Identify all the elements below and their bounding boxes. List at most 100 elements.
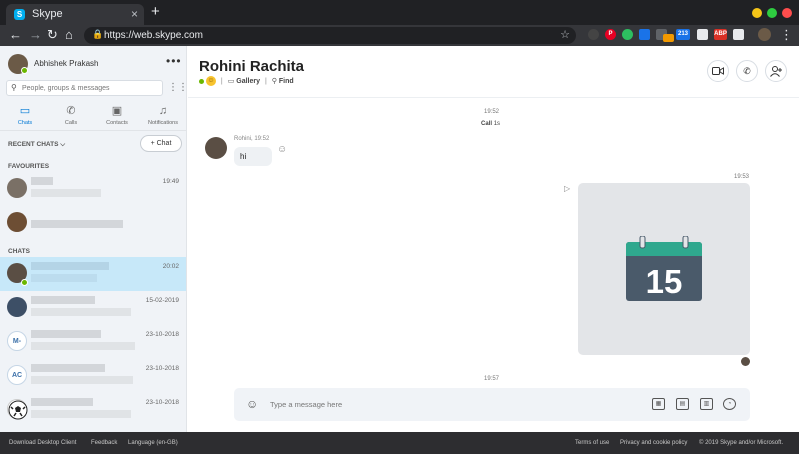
blurred-preview [31, 342, 135, 350]
sender-avatar[interactable] [205, 137, 227, 159]
new-chat-button[interactable]: + Chat [140, 135, 182, 152]
back-button[interactable]: ← [9, 28, 22, 42]
adblock-extension-icon[interactable]: ABP [714, 29, 727, 40]
evernote-extension-icon[interactable] [622, 29, 633, 40]
extension-badge-icon[interactable] [663, 34, 674, 42]
favourite-chat-row[interactable] [0, 206, 186, 240]
browser-menu-icon[interactable]: ⋮ [780, 28, 793, 42]
chat-row[interactable]: AC 23-10-2018 [0, 359, 186, 393]
message-timestamp: 19:53 [734, 174, 750, 180]
call-duration: 1s [493, 121, 501, 127]
message-bubble[interactable]: hi [234, 147, 272, 166]
add-people-button[interactable] [765, 60, 787, 82]
lock-icon: 🔒 [92, 29, 104, 39]
browser-profile-avatar[interactable] [758, 28, 771, 41]
extension-icon[interactable] [588, 29, 599, 40]
send-contact-card-icon[interactable]: ▤ [676, 398, 689, 410]
gallery-link[interactable]: Gallery [236, 78, 260, 85]
extension-icon[interactable] [697, 29, 708, 40]
tab-chats[interactable]: ▭ Chats [2, 104, 48, 130]
video-icon [712, 67, 724, 75]
tab-notifications[interactable]: ♫ Notifications [140, 104, 186, 130]
blurred-preview [31, 274, 97, 282]
contacts-icon: ▣ [111, 105, 123, 117]
avatar [7, 297, 27, 317]
conversation-pane: Rohini Rachita ☺ | ▭ Gallery | ⚲ Find ✆ [188, 46, 799, 432]
favourites-heading: FAVOURITES [8, 163, 50, 170]
search-placeholder: People, groups & messages [22, 85, 110, 92]
dialpad-icon[interactable]: ⋮⋮⋮ [168, 82, 186, 93]
new-tab-button[interactable]: + [151, 4, 160, 19]
tab-calls[interactable]: ✆ Calls [48, 104, 94, 130]
sidebar: Abhishek Prakash ••• ⚲ People, groups & … [0, 46, 187, 432]
extension-icon[interactable] [733, 29, 744, 40]
image-message[interactable]: 15 [578, 183, 750, 355]
send-file-icon[interactable]: ▥ [700, 398, 713, 410]
separator: | [264, 77, 267, 85]
avatar: M- [7, 331, 27, 351]
skype-web-window: S Skype × + ← → ↻ ⌂ 🔒 https://web.skype.… [0, 0, 799, 454]
forward-button[interactable]: → [29, 28, 42, 42]
message-composer[interactable]: ☺ Type a message here ▦ ▤ ▥ ◔ [234, 388, 750, 421]
message-meta: Rohini, 19:52 [234, 136, 270, 142]
window-maximize-button[interactable] [767, 8, 777, 18]
skype-favicon-icon: S [14, 9, 25, 20]
avatar [7, 212, 27, 232]
tab-contacts-label: Contacts [106, 120, 128, 126]
tab-contacts[interactable]: ▣ Contacts [94, 104, 140, 130]
soccer-ball-icon [8, 400, 28, 420]
blurred-name [31, 177, 53, 185]
favourite-chat-row[interactable]: 19:49 [0, 172, 186, 206]
download-desktop-link[interactable]: Download Desktop Client [9, 440, 76, 446]
call-notice: Call 1s [481, 121, 500, 127]
blurred-preview [31, 308, 131, 316]
recent-chats-dropdown[interactable]: RECENT CHATS ⌵ [8, 141, 65, 149]
window-minimize-button[interactable] [752, 8, 762, 18]
call-label: Call [481, 121, 493, 127]
blurred-name [31, 330, 101, 338]
seen-by-avatar [741, 357, 750, 366]
terms-link[interactable]: Terms of use [575, 440, 609, 446]
privacy-link[interactable]: Privacy and cookie policy [620, 440, 687, 446]
chat-row[interactable]: 23-10-2018 [0, 393, 186, 427]
blurred-preview [31, 189, 101, 197]
chat-row-selected[interactable]: 20:02 [0, 257, 186, 291]
profile-name[interactable]: Abhishek Prakash [34, 59, 98, 68]
conversation-title[interactable]: Rohini Rachita [199, 58, 304, 75]
search-input[interactable]: ⚲ People, groups & messages [6, 80, 163, 96]
emoji-picker-icon[interactable]: ☺ [246, 398, 258, 410]
blurred-name [31, 398, 93, 406]
audio-call-button[interactable]: ✆ [736, 60, 758, 82]
home-button[interactable]: ⌂ [65, 28, 73, 42]
more-options-button[interactable]: ••• [166, 54, 182, 68]
online-status-icon [199, 78, 204, 84]
extension-count-badge[interactable]: 213 [676, 29, 690, 40]
gallery-icon: ▭ [227, 77, 235, 85]
window-close-button[interactable] [782, 8, 792, 18]
feedback-link[interactable]: Feedback [91, 440, 117, 446]
video-call-button[interactable] [707, 60, 729, 82]
blurred-name [31, 296, 95, 304]
pinterest-extension-icon[interactable]: P [605, 29, 616, 40]
more-content-icon[interactable]: ◔ [723, 398, 736, 410]
translate-extension-icon[interactable] [639, 29, 650, 40]
avatar [7, 399, 28, 420]
chat-row[interactable]: M- 23-10-2018 [0, 325, 186, 359]
chat-time: 23-10-2018 [145, 365, 179, 372]
tab-close-icon[interactable]: × [131, 7, 138, 21]
browser-toolbar: ← → ↻ ⌂ 🔒 https://web.skype.com ☆ P 213 … [0, 25, 799, 46]
reload-button[interactable]: ↻ [47, 28, 58, 42]
send-image-icon[interactable]: ▦ [652, 398, 665, 410]
find-link[interactable]: Find [279, 78, 294, 85]
tab-title: Skype [32, 8, 63, 20]
url-text[interactable]: https://web.skype.com [104, 30, 203, 41]
browser-tab-skype[interactable]: S Skype × [6, 4, 144, 25]
chat-row[interactable]: 15-02-2019 [0, 291, 186, 325]
bookmark-star-icon[interactable]: ☆ [560, 28, 570, 41]
message-input[interactable]: Type a message here [270, 400, 342, 409]
address-bar[interactable]: 🔒 https://web.skype.com ☆ [84, 27, 576, 44]
browser-tab-bar: S Skype × + [0, 0, 799, 25]
language-link[interactable]: Language (en-GB) [128, 440, 178, 446]
reaction-smiley-icon[interactable]: ☺ [277, 144, 287, 155]
message-timestamp: 19:52 [484, 109, 500, 115]
